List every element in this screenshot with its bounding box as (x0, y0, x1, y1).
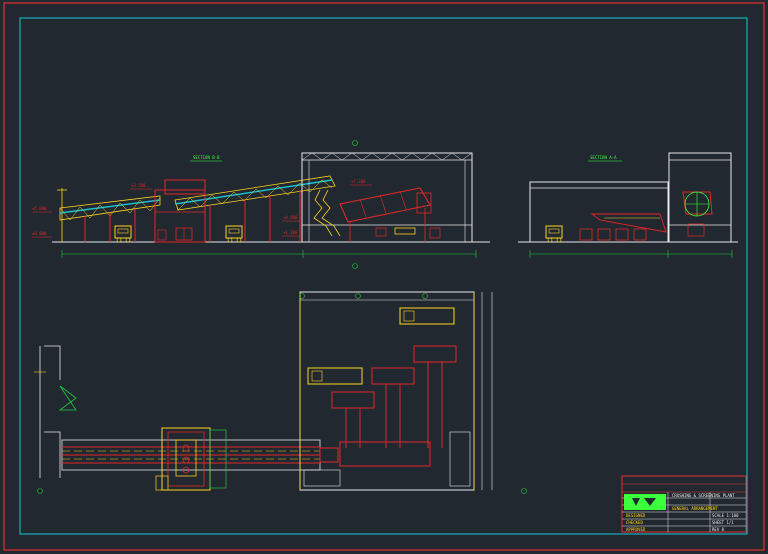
svg-text:±0.000: ±0.000 (32, 231, 47, 236)
title-block: CRUSHING & SCREENING PLANT GENERAL ARRAN… (621, 475, 747, 533)
outer-frame (3, 2, 765, 551)
inner-frame (19, 17, 748, 535)
title-block-row: CHECKED (626, 520, 643, 525)
title-block-row: SCALE 1:100 (712, 513, 739, 518)
screen-drum (339, 187, 432, 242)
truck (545, 225, 563, 243)
title-block-project: CRUSHING & SCREENING PLANT (672, 493, 735, 498)
storage-bins (579, 228, 647, 241)
cad-drawing-sheet: SECTION B-B +5.000 ±0.000 +3.500 +7.200 … (0, 0, 768, 554)
plan-feed-conveyor (61, 439, 321, 471)
truck (114, 225, 132, 243)
discharge-chute (313, 189, 441, 239)
conveyor-supports (84, 190, 301, 242)
plan-building (299, 291, 493, 491)
level-mark: +4.800 (282, 215, 300, 222)
crusher-unit (682, 191, 713, 237)
plan-left-boundary (34, 345, 77, 478)
plan-crushers (319, 345, 457, 467)
title-block-row: SHEET 1/1 (712, 520, 734, 525)
level-mark: ±0.000 (32, 231, 52, 238)
svg-text:+4.800: +4.800 (283, 215, 298, 220)
title-block-row: DESIGNED (626, 513, 646, 518)
company-logo (624, 494, 666, 510)
cad-drawing-canvas: SECTION B-B +5.000 ±0.000 +3.500 +7.200 … (3, 2, 765, 551)
title-block-row: REV 0 (712, 527, 725, 532)
truck (225, 225, 243, 243)
plan-view (34, 291, 527, 494)
title-block-drawing-title: GENERAL ARRANGEMENT (672, 506, 718, 511)
level-mark: +1.200 (282, 230, 300, 237)
title-block-row: APPROVED (626, 527, 646, 532)
section-a-elevation: SECTION A-A (518, 152, 738, 258)
svg-text:+3.500: +3.500 (131, 183, 146, 188)
section-a-title: SECTION A-A (590, 155, 617, 160)
svg-text:+5.000: +5.000 (32, 206, 47, 211)
svg-text:+1.200: +1.200 (283, 230, 298, 235)
section-b-title: SECTION B-B (193, 155, 220, 160)
level-mark: +7.200 (350, 179, 372, 186)
transfer-tower (154, 179, 206, 243)
level-mark: +3.500 (130, 183, 152, 190)
inclined-conveyor-2 (174, 175, 336, 211)
plan-hopper-station (155, 427, 227, 491)
section-b-elevation: SECTION B-B +5.000 ±0.000 +3.500 +7.200 … (32, 140, 490, 269)
svg-text:+7.200: +7.200 (351, 179, 366, 184)
level-mark: +5.000 (32, 206, 52, 213)
